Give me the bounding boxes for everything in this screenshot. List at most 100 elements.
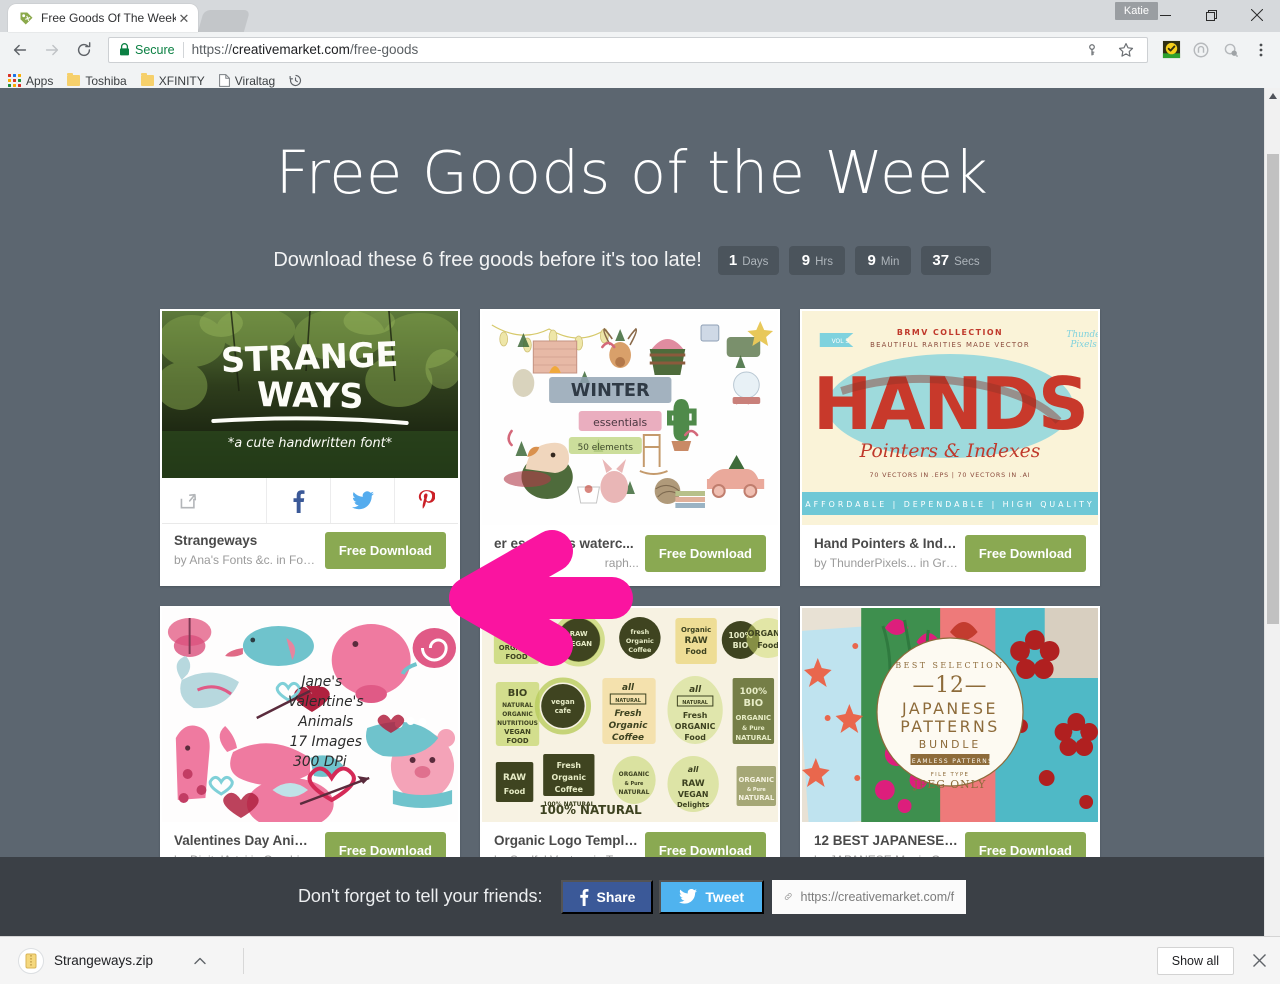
- new-tab-button[interactable]: [197, 10, 251, 32]
- tab-close-icon[interactable]: ✕: [176, 10, 192, 26]
- page-scrollbar[interactable]: [1264, 88, 1280, 936]
- download-menu-chevron-up-icon[interactable]: [189, 957, 211, 965]
- svg-text:Organic: Organic: [626, 637, 654, 645]
- facebook-share-button[interactable]: Share: [560, 879, 654, 914]
- maximize-button[interactable]: [1188, 0, 1234, 30]
- product-thumbnail[interactable]: WINTER essentials 50 elements: [482, 311, 778, 525]
- mug: [700, 324, 720, 342]
- svg-text:VOL 3: VOL 3: [832, 338, 850, 345]
- product-card[interactable]: STRANGE WAYS *a cute handwritten font* S…: [160, 309, 460, 586]
- product-thumbnail[interactable]: RAW VEGAN ORGANIC FOOD RAW VEGAN fresh Organ…: [482, 608, 778, 822]
- close-window-button[interactable]: [1234, 0, 1280, 30]
- giraffe: [175, 725, 210, 803]
- countdown-unit: Secs: [954, 256, 980, 268]
- close-download-shelf-icon[interactable]: [1248, 954, 1270, 967]
- twitter-tweet-button[interactable]: Tweet: [659, 879, 765, 914]
- chrome-menu-icon[interactable]: [1248, 37, 1274, 63]
- svg-text:BUNDLE: BUNDLE: [919, 738, 981, 751]
- card-footer: Hand Pointers & Indexes... by ThunderPix…: [802, 525, 1098, 584]
- share-export-icon[interactable]: [162, 478, 266, 523]
- folder-icon: [140, 73, 154, 86]
- free-download-button[interactable]: Free Download: [324, 532, 446, 569]
- history-clock-icon: [289, 74, 302, 87]
- bookmark-label: Toshiba: [85, 73, 127, 88]
- twitter-icon[interactable]: [330, 478, 394, 523]
- svg-text:ORGANIC: ORGANIC: [675, 722, 716, 731]
- reload-button[interactable]: [70, 36, 98, 64]
- product-card[interactable]: BEST SELECTION —12— JAPANESE PATTERNS BU…: [800, 606, 1100, 883]
- svg-text:*a cute handwritten font*: *a cute handwritten font*: [228, 436, 393, 451]
- svg-text:RAW: RAW: [508, 626, 526, 634]
- facebook-icon[interactable]: [266, 478, 330, 523]
- show-all-downloads-button[interactable]: Show all: [1156, 946, 1234, 975]
- books: [675, 491, 705, 508]
- product-card[interactable]: VOL 3 BRMV COLLECTION BEAUTIFUL RARITIES…: [800, 309, 1100, 586]
- svg-text:Food: Food: [757, 641, 778, 650]
- svg-text:ORGANIC: ORGANIC: [739, 776, 775, 784]
- svg-text:RAW: RAW: [503, 773, 526, 783]
- omnibox[interactable]: Secure https://creativemarket.com/free-g…: [108, 36, 1148, 63]
- svg-text:Pixels: Pixels: [1069, 340, 1097, 350]
- download-item[interactable]: Strangeways.zip: [10, 947, 245, 974]
- svg-text:RAW: RAW: [682, 779, 705, 789]
- pinterest-icon[interactable]: [394, 478, 458, 523]
- svg-text:NATURAL: NATURAL: [502, 702, 533, 709]
- countdown-row: Download these 6 free goods before it's …: [0, 246, 1264, 275]
- free-download-button[interactable]: Free Download: [644, 535, 766, 572]
- svg-text:RAW: RAW: [570, 630, 588, 638]
- svg-text:BIO: BIO: [508, 688, 528, 699]
- window-controls: [1142, 0, 1280, 30]
- product-thumbnail[interactable]: STRANGE WAYS *a cute handwritten font*: [162, 311, 458, 478]
- svg-text:& Pure: & Pure: [742, 725, 765, 732]
- svg-text:VEGAN: VEGAN: [678, 790, 709, 799]
- share-link-field[interactable]: https://creativemarket.com/f: [772, 879, 967, 914]
- product-thumbnail[interactable]: VOL 3 BRMV COLLECTION BEAUTIFUL RARITIES…: [802, 311, 1098, 525]
- card-title: Valentines Day Animals ...: [174, 833, 319, 848]
- secure-label: Secure: [135, 42, 175, 57]
- facebook-share-label: Share: [596, 888, 636, 905]
- svg-text:Valentine's: Valentine's: [288, 694, 364, 710]
- strangeways-font-artwork: STRANGE WAYS *a cute handwritten font*: [162, 311, 458, 478]
- browser-tab[interactable]: Free Goods Of The Week ✕: [8, 4, 198, 32]
- subtitle: Download these 6 free goods before it's …: [273, 249, 702, 271]
- svg-text:ORGANIC: ORGANIC: [736, 714, 772, 722]
- back-button[interactable]: [6, 36, 34, 64]
- svg-text:NATURAL: NATURAL: [615, 698, 641, 704]
- url-text: https://creativemarket.com/free-goods: [191, 42, 419, 57]
- minimize-button[interactable]: [1142, 0, 1188, 30]
- magnifier-extension-icon[interactable]: [1218, 37, 1244, 63]
- svg-text:WAYS: WAYS: [257, 375, 364, 416]
- product-card[interactable]: Jane's Valentine's Animals 17 Images 300…: [160, 606, 460, 883]
- bookmark-star-icon[interactable]: [1113, 37, 1139, 63]
- omnibox-actions: [1079, 37, 1141, 63]
- svg-text:100% NATURAL: 100% NATURAL: [539, 803, 642, 817]
- page-title: Free Goods of the Week: [275, 138, 989, 207]
- key-icon[interactable]: [1079, 37, 1105, 63]
- omnibox-divider: [182, 41, 184, 58]
- share-link-value: https://creativemarket.com/f: [800, 889, 955, 904]
- svg-text:ORGANIC: ORGANIC: [748, 629, 778, 638]
- svg-text:—12—: —12—: [913, 673, 988, 698]
- card-author: by Ana's Fonts &c. in Fonts: [174, 553, 319, 567]
- scrollbar-thumb[interactable]: [1267, 154, 1279, 624]
- tab-title: Free Goods Of The Week: [41, 11, 176, 25]
- circle-extension-icon[interactable]: [1188, 37, 1214, 63]
- card-meta: Hand Pointers & Indexes... by ThunderPix…: [814, 535, 965, 572]
- card-title: Organic Logo Templates: [494, 833, 639, 848]
- product-thumbnail[interactable]: Jane's Valentine's Animals 17 Images 300…: [162, 608, 458, 822]
- forward-button[interactable]: [38, 36, 66, 64]
- svg-text:all: all: [622, 683, 635, 693]
- product-card[interactable]: RAW VEGAN ORGANIC FOOD RAW VEGAN fresh Organ…: [480, 606, 780, 883]
- svg-text:Coffee: Coffee: [555, 785, 583, 794]
- countdown-unit: Days: [742, 256, 769, 268]
- svg-text:WINTER: WINTER: [571, 380, 650, 401]
- organic-logos-artwork: RAWVEGAN ORGANICFOOD RAWVEGAN freshOrgan…: [482, 608, 778, 822]
- svg-text:Food: Food: [685, 647, 707, 656]
- chrome-browser-window: Free Goods Of The Week ✕ Katie Secure ht…: [0, 0, 1280, 984]
- scroll-up-arrow-icon[interactable]: [1265, 88, 1280, 104]
- wot-shield-icon[interactable]: [1158, 37, 1184, 63]
- free-download-button[interactable]: Free Download: [964, 535, 1086, 572]
- bookmark-label: Apps: [26, 73, 54, 88]
- product-card[interactable]: WINTER essentials 50 elements er essenti…: [480, 309, 780, 586]
- product-thumbnail[interactable]: BEST SELECTION —12— JAPANESE PATTERNS BU…: [802, 608, 1098, 822]
